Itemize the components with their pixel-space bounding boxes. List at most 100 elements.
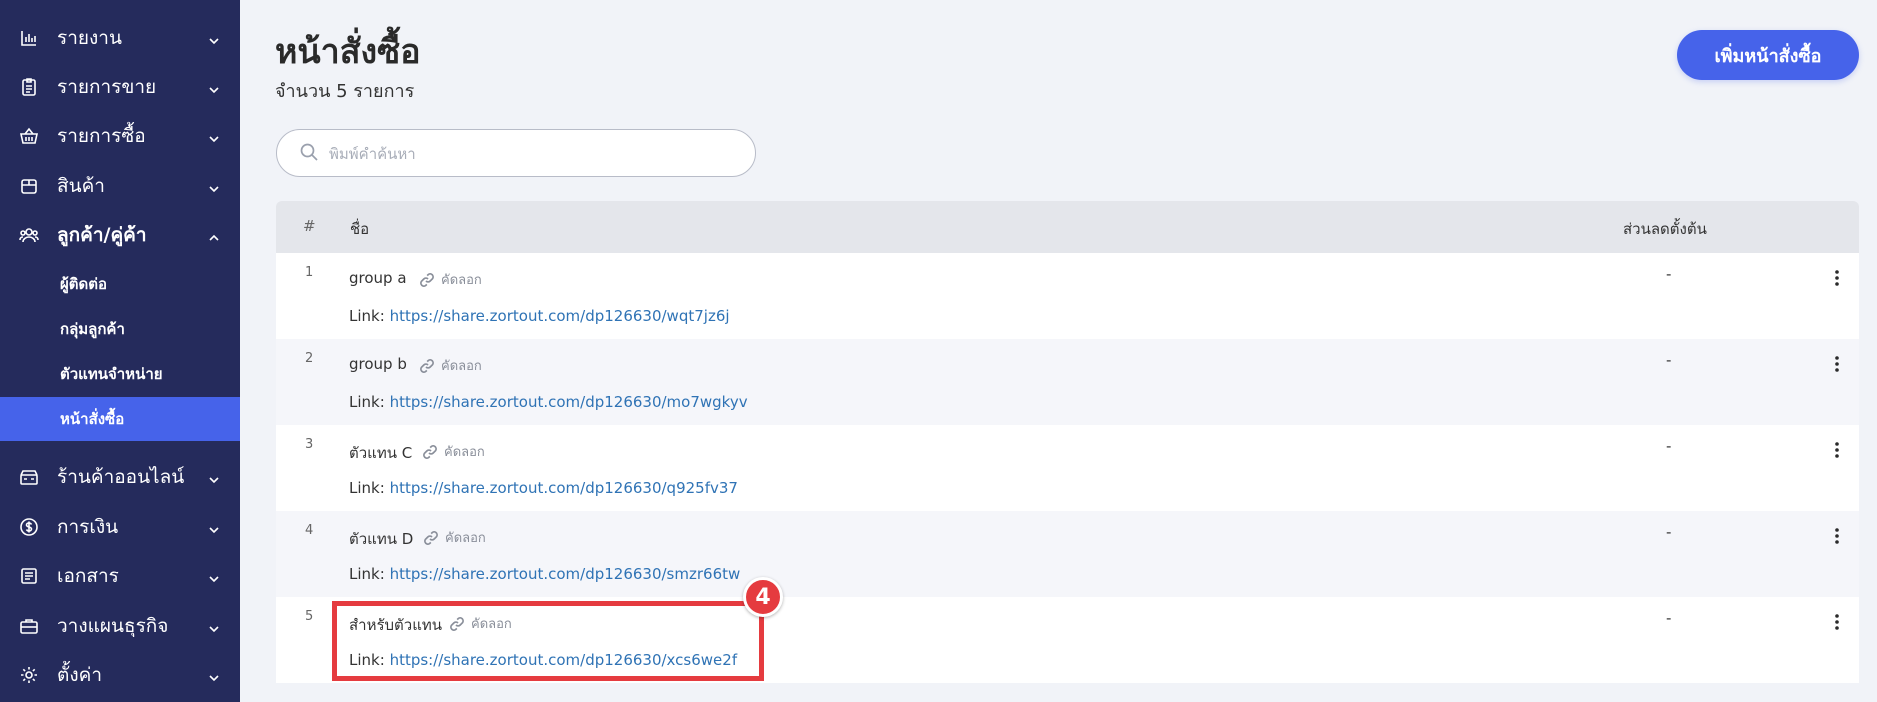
row-number: 5 xyxy=(305,609,314,624)
link-label: Link: xyxy=(349,479,385,497)
sidebar-item-label: สินค้า xyxy=(57,175,105,197)
row-number: 2 xyxy=(305,351,314,366)
sidebar-item-label: วางแผนธุรกิจ xyxy=(57,615,169,637)
users-icon xyxy=(18,224,40,246)
order-pages-table: # ชื่อ ส่วนลดตั้งต้น 1 group a คัดลอก Li… xyxy=(276,201,1859,683)
add-order-page-button[interactable]: เพิ่มหน้าสั่งซื้อ xyxy=(1677,30,1859,80)
sidebar-subitem-order-pages[interactable]: หน้าสั่งซื้อ xyxy=(0,397,240,441)
chevron-down-icon xyxy=(208,521,220,534)
sidebar-item-online-store[interactable]: ร้านค้าออนไลน์ xyxy=(0,455,240,499)
sidebar-subitem-contacts[interactable]: ผู้ติดต่อ xyxy=(0,262,240,306)
link-label: Link: xyxy=(349,565,385,583)
link-label: Link: xyxy=(349,307,385,325)
copy-label: คัดลอก xyxy=(445,531,486,546)
share-link-line: Link: https://share.zortout.com/dp126630… xyxy=(349,565,740,583)
row-name: group b xyxy=(349,355,407,373)
chevron-down-icon xyxy=(208,180,220,193)
share-link[interactable]: https://share.zortout.com/dp126630/q925f… xyxy=(390,479,738,497)
sidebar-item-label: รายการขาย xyxy=(57,76,157,98)
table-row: 5 สำหรับตัวแทน คัดลอก Link: https://shar… xyxy=(276,597,1859,683)
copy-link-button[interactable]: คัดลอก xyxy=(419,269,482,290)
sidebar-item-business-planning[interactable]: วางแผนธุรกิจ xyxy=(0,604,240,648)
page-title: หน้าสั่งซื้อ xyxy=(275,32,421,72)
more-options-icon[interactable] xyxy=(1831,527,1843,545)
sidebar-item-sales[interactable]: รายการขาย xyxy=(0,65,240,109)
row-discount: - xyxy=(1666,523,1672,541)
link-label: Link: xyxy=(349,651,385,669)
chevron-down-icon xyxy=(208,620,220,633)
briefcase-icon xyxy=(18,615,40,637)
table-header: # ชื่อ ส่วนลดตั้งต้น xyxy=(276,201,1859,253)
share-link-line: Link: https://share.zortout.com/dp126630… xyxy=(349,651,737,669)
copy-label: คัดลอก xyxy=(471,617,512,632)
row-name: ตัวแทน D xyxy=(349,530,414,548)
sidebar-item-label: รายงาน xyxy=(57,27,122,49)
share-link-line: Link: https://share.zortout.com/dp126630… xyxy=(349,393,748,411)
sidebar-item-customers[interactable]: ลูกค้า/คู่ค้า xyxy=(0,213,240,257)
copy-link-button[interactable]: คัดลอก xyxy=(419,355,482,376)
link-icon xyxy=(420,272,434,287)
table-row: 1 group a คัดลอก Link: https://share.zor… xyxy=(276,253,1859,339)
clipboard-icon xyxy=(18,76,40,98)
column-header-discount: ส่วนลดตั้งต้น xyxy=(1623,220,1707,238)
search-icon xyxy=(299,142,319,162)
share-link[interactable]: https://share.zortout.com/dp126630/smzr6… xyxy=(390,565,741,583)
chevron-down-icon xyxy=(208,570,220,583)
copy-label: คัดลอก xyxy=(441,359,482,374)
share-link[interactable]: https://share.zortout.com/dp126630/wqt7j… xyxy=(390,307,730,325)
copy-link-button[interactable]: คัดลอก xyxy=(422,441,485,462)
record-count: จำนวน 5 รายการ xyxy=(275,81,415,102)
chevron-down-icon xyxy=(208,130,220,143)
sidebar-item-label: รายการซื้อ xyxy=(57,125,146,147)
more-options-icon[interactable] xyxy=(1831,269,1843,287)
sidebar-subitem-label: ผู้ติดต่อ xyxy=(60,275,108,293)
sidebar-item-label: การเงิน xyxy=(57,516,119,538)
share-link-line: Link: https://share.zortout.com/dp126630… xyxy=(349,307,730,325)
sidebar: รายงาน รายการขาย รายการซื้อ สินค้า ลูกค้… xyxy=(0,0,240,702)
search-input[interactable] xyxy=(327,130,731,178)
sidebar-item-settings[interactable]: ตั้งค่า xyxy=(0,653,240,697)
link-icon xyxy=(420,358,434,373)
sidebar-item-label: เอกสาร xyxy=(57,565,119,587)
link-icon xyxy=(450,616,464,631)
sidebar-item-finance[interactable]: การเงิน xyxy=(0,505,240,549)
link-icon xyxy=(424,530,438,545)
sidebar-subitem-label: หน้าสั่งซื้อ xyxy=(60,410,125,428)
chevron-down-icon xyxy=(208,32,220,45)
chevron-down-icon xyxy=(208,81,220,94)
copy-label: คัดลอก xyxy=(444,445,485,460)
row-name: ตัวแทน C xyxy=(349,444,413,462)
column-header-number: # xyxy=(303,217,316,235)
share-link[interactable]: https://share.zortout.com/dp126630/mo7wg… xyxy=(390,393,748,411)
share-link[interactable]: https://share.zortout.com/dp126630/xcs6w… xyxy=(390,651,738,669)
row-name: group a xyxy=(349,269,407,287)
sidebar-item-label: ลูกค้า/คู่ค้า xyxy=(57,224,147,246)
copy-link-button[interactable]: คัดลอก xyxy=(423,527,486,548)
sidebar-item-products[interactable]: สินค้า xyxy=(0,164,240,208)
sidebar-item-documents[interactable]: เอกสาร xyxy=(0,554,240,598)
sidebar-subitem-label: ตัวแทนจำหน่าย xyxy=(60,365,163,383)
shop-icon xyxy=(18,466,40,488)
row-discount: - xyxy=(1666,265,1672,283)
table-row: 4 ตัวแทน D คัดลอก Link: https://share.zo… xyxy=(276,511,1859,597)
sidebar-item-purchases[interactable]: รายการซื้อ xyxy=(0,114,240,158)
row-discount: - xyxy=(1666,609,1672,627)
table-row: 2 group b คัดลอก Link: https://share.zor… xyxy=(276,339,1859,425)
more-options-icon[interactable] xyxy=(1831,613,1843,631)
link-label: Link: xyxy=(349,393,385,411)
copy-link-button[interactable]: คัดลอก xyxy=(449,613,512,634)
copy-label: คัดลอก xyxy=(441,273,482,288)
document-icon xyxy=(18,565,40,587)
sidebar-item-label: ร้านค้าออนไลน์ xyxy=(57,466,185,488)
sidebar-subitem-customer-groups[interactable]: กลุ่มลูกค้า xyxy=(0,307,240,351)
more-options-icon[interactable] xyxy=(1831,355,1843,373)
sidebar-item-reports[interactable]: รายงาน xyxy=(0,16,240,60)
box-icon xyxy=(18,175,40,197)
sidebar-item-label: ตั้งค่า xyxy=(57,664,102,686)
sidebar-subitem-resellers[interactable]: ตัวแทนจำหน่าย xyxy=(0,352,240,396)
search-box xyxy=(276,129,756,178)
chart-icon xyxy=(18,27,40,49)
share-link-line: Link: https://share.zortout.com/dp126630… xyxy=(349,479,738,497)
step-badge: 4 xyxy=(743,577,783,617)
more-options-icon[interactable] xyxy=(1831,441,1843,459)
